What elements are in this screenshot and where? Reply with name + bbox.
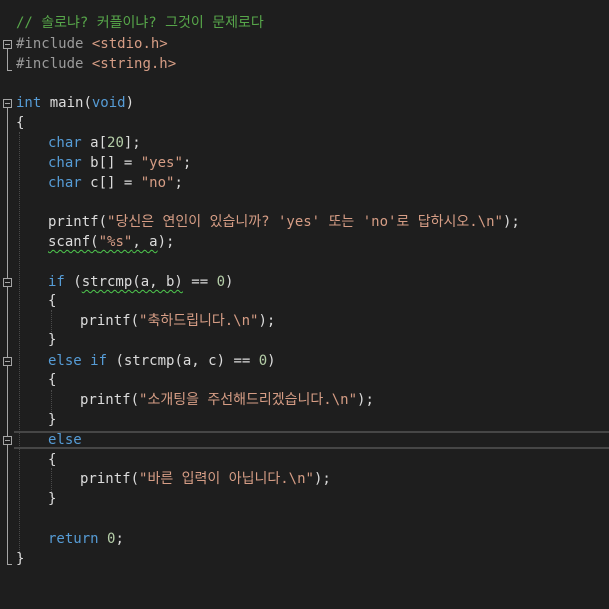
code-text: ) [125, 95, 135, 111]
code-text: ); [502, 214, 520, 230]
code-text: ); [357, 392, 374, 408]
code-text: ); [157, 234, 175, 250]
type-keyword: char [48, 155, 82, 171]
string-literal: "no" [140, 175, 175, 191]
code-text: ; [174, 175, 183, 191]
type-keyword: char [48, 175, 82, 191]
function-call-warning[interactable]: scanf [48, 234, 90, 250]
code-line-8[interactable]: char b[] = "yes"; [0, 153, 609, 173]
function-call: printf( [80, 392, 140, 408]
code-line-16[interactable]: printf("축하드립니다.\n"); [0, 311, 609, 331]
code-line-2[interactable]: #include <stdio.h> [0, 34, 609, 54]
code-text: ); [313, 471, 331, 487]
string-literal: "바른 입력이 아닙니다.\n" [139, 471, 314, 487]
code-line-5[interactable]: int main(void) [0, 93, 609, 113]
code-text: ; [115, 531, 124, 547]
code-text: ) [267, 353, 276, 369]
brace: { [48, 293, 57, 309]
code-line-11[interactable]: printf("당신은 연인이 있습니까? 'yes' 또는 'no'로 답하시… [0, 212, 609, 232]
number-literal: 20 [107, 135, 124, 151]
code-line-22[interactable]: else [0, 430, 609, 450]
function-call-warning[interactable]: strcmp(a, b) [82, 274, 183, 290]
brace: { [16, 115, 25, 131]
code-line-6[interactable]: { [0, 113, 609, 133]
include-header: <stdio.h> [91, 36, 168, 52]
code-line-9[interactable]: char c[] = "no"; [0, 173, 609, 193]
brace: } [48, 491, 57, 507]
include-header: <string.h> [91, 56, 177, 72]
type-keyword: char [48, 135, 82, 151]
code-editor[interactable]: // 솔로냐? 커플이냐? 그것이 문제로다 #include <stdio.h… [0, 0, 609, 578]
code-text: main( [41, 95, 92, 111]
control-keyword: else if [48, 353, 108, 369]
code-line-18[interactable]: else if (strcmp(a, c) == 0) [0, 351, 609, 371]
preprocessor-directive: #include [16, 56, 84, 72]
control-keyword: else [48, 432, 82, 448]
code-text: ]; [123, 135, 141, 151]
string-literal: "소개팅을 주선해드리겠습니다.\n" [139, 392, 358, 408]
string-literal: "%s" [98, 234, 133, 250]
function-call: printf( [80, 471, 140, 487]
string-literal: "yes" [140, 155, 183, 171]
brace: } [16, 551, 25, 567]
code-line-12[interactable]: scanf("%s", a); [0, 232, 609, 252]
code-text: a[ [81, 135, 108, 151]
code-text: ; [182, 155, 192, 171]
control-keyword: if [48, 274, 65, 290]
code-text: (strcmp(a, c) == [107, 353, 259, 369]
function-call: printf( [48, 214, 108, 230]
code-text: b[] = [81, 155, 141, 171]
code-line-23[interactable]: { [0, 450, 609, 470]
code-line-1[interactable]: // 솔로냐? 커플이냐? 그것이 문제로다 [0, 13, 609, 33]
function-call: printf( [80, 313, 140, 329]
string-literal: "당신은 연인이 있습니까? 'yes' 또는 'no'로 답하시오.\n" [107, 214, 503, 230]
code-line-19[interactable]: { [0, 370, 609, 390]
code-line-7[interactable]: char a[20]; [0, 133, 609, 153]
code-text: == [182, 274, 217, 290]
number-literal: 0 [216, 274, 226, 290]
code-text: ( [64, 274, 82, 290]
code-line-17[interactable]: } [0, 330, 609, 350]
preprocessor-directive: #include [16, 36, 84, 52]
code-text: ( [90, 234, 99, 250]
code-line-3[interactable]: #include <string.h> [0, 54, 609, 74]
code-line-24[interactable]: printf("바른 입력이 아닙니다.\n"); [0, 469, 609, 489]
brace: { [48, 452, 57, 468]
code-line-20[interactable]: printf("소개팅을 주선해드리겠습니다.\n"); [0, 390, 609, 410]
type-keyword: int [16, 95, 42, 111]
comment: // 솔로냐? 커플이냐? 그것이 문제로다 [16, 15, 264, 31]
brace: } [48, 332, 57, 348]
param-keyword: void [91, 95, 126, 111]
code-line-14[interactable]: if (strcmp(a, b) == 0) [0, 272, 609, 292]
brace: } [48, 412, 57, 428]
code-text: c[] = [81, 175, 141, 191]
code-line-21[interactable]: } [0, 410, 609, 430]
code-line-27[interactable]: return 0; [0, 529, 609, 549]
code-text: , a [132, 234, 158, 250]
code-line-25[interactable]: } [0, 489, 609, 509]
code-text: ) [225, 274, 234, 290]
code-text: ); [258, 313, 276, 329]
code-line-28[interactable]: } [0, 549, 609, 569]
control-keyword: return [48, 531, 99, 547]
code-line-15[interactable]: { [0, 291, 609, 311]
number-literal: 0 [258, 353, 268, 369]
string-literal: "축하드립니다.\n" [139, 313, 259, 329]
brace: { [48, 372, 57, 388]
